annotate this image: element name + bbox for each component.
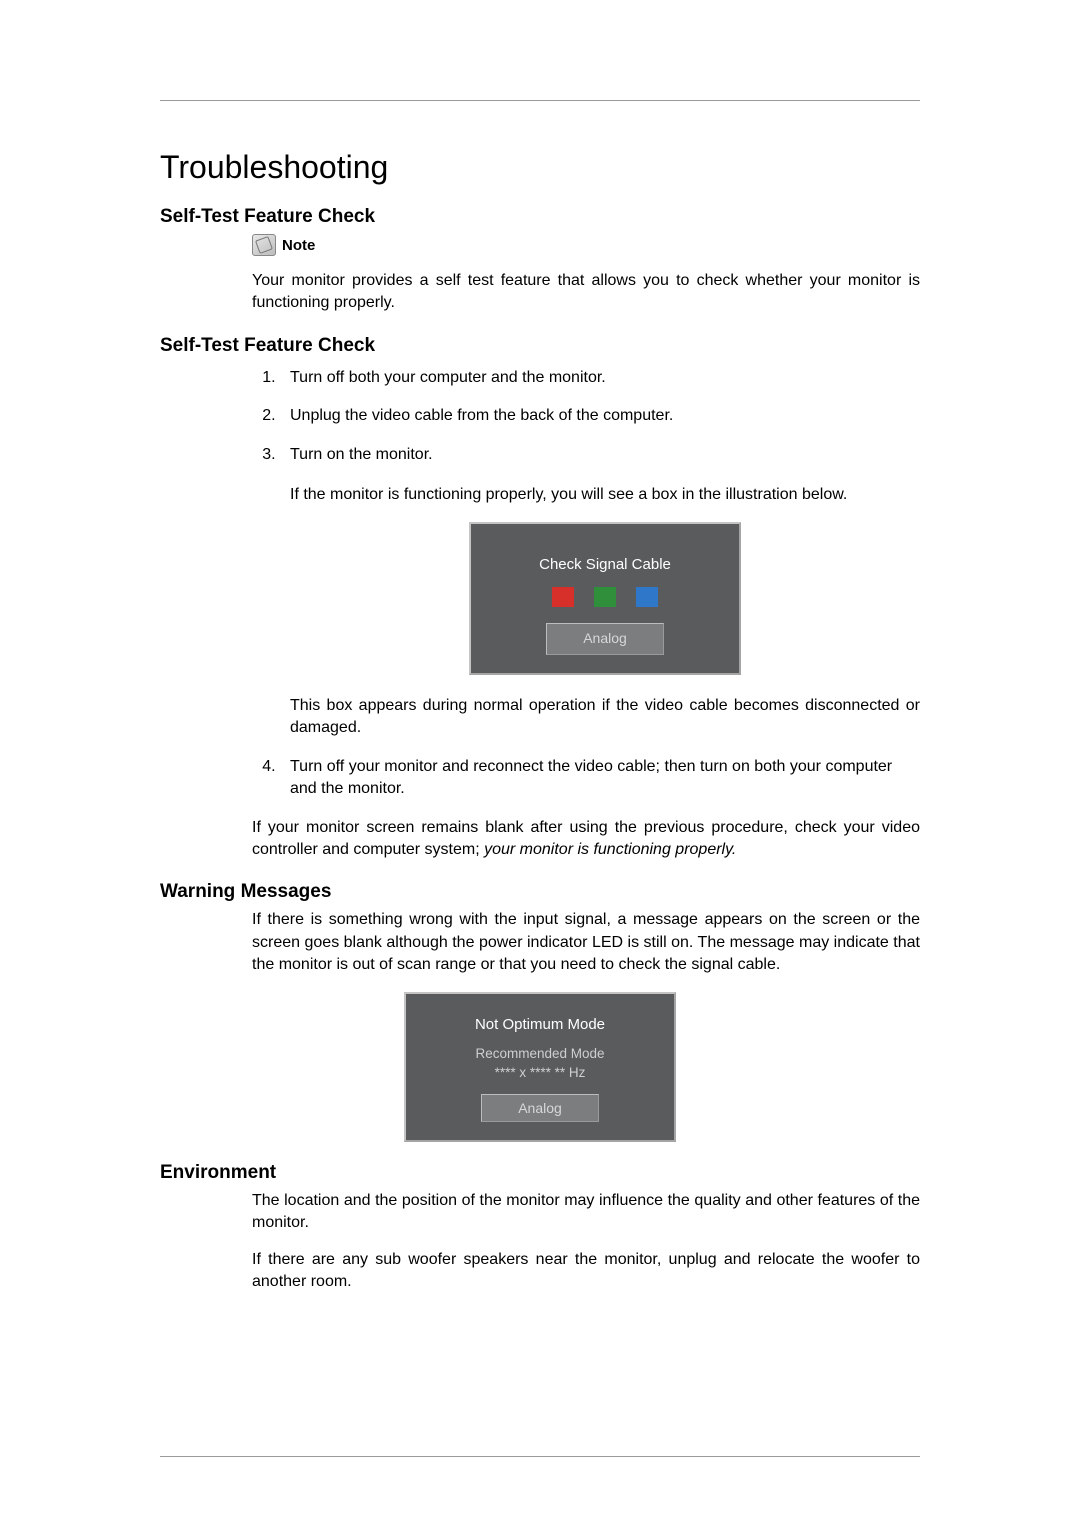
section-self-test-steps-heading: Self-Test Feature Check <box>160 335 920 357</box>
step-3-after-text: This box appears during normal operation… <box>290 695 920 740</box>
note-body-text: Your monitor provides a self test featur… <box>252 270 920 315</box>
osd-recommended-line1: Recommended Mode <box>475 1046 604 1061</box>
swatch-green-icon <box>594 587 616 607</box>
swatch-blue-icon <box>636 587 658 607</box>
self-test-trailer: If your monitor screen remains blank aft… <box>252 817 920 862</box>
warning-body: If there is something wrong with the inp… <box>252 909 920 976</box>
bottom-divider <box>160 1456 920 1457</box>
osd-analog-button: Analog <box>546 623 664 655</box>
step-4: Turn off your monitor and reconnect the … <box>280 756 920 801</box>
step-1-text: Turn off both your computer and the moni… <box>290 367 920 389</box>
note-row: Note <box>252 234 920 256</box>
trailer-italic: your monitor is functioning properly. <box>484 841 736 858</box>
step-4-text: Turn off your monitor and reconnect the … <box>290 756 920 801</box>
section-warning-heading: Warning Messages <box>160 881 920 903</box>
osd-not-optimum-heading: Not Optimum Mode <box>422 1016 658 1033</box>
osd-recommended-line2: **** x **** ** Hz <box>495 1065 586 1080</box>
steps-list: Turn off both your computer and the moni… <box>280 367 920 801</box>
environment-p2: If there are any sub woofer speakers nea… <box>252 1249 920 1294</box>
step-2-text: Unplug the video cable from the back of … <box>290 405 920 427</box>
step-3-text: Turn on the monitor. <box>290 444 920 466</box>
osd-not-optimum-box: Not Optimum Mode Recommended Mode **** x… <box>404 992 676 1141</box>
osd-check-signal-box: Check Signal Cable Analog <box>469 522 741 675</box>
osd-not-optimum-wrap: Not Optimum Mode Recommended Mode **** x… <box>160 992 920 1141</box>
osd-check-signal-heading: Check Signal Cable <box>487 554 723 575</box>
section-environment-heading: Environment <box>160 1162 920 1184</box>
note-icon <box>252 234 276 256</box>
osd-recommended-mode: Recommended Mode **** x **** ** Hz <box>422 1045 658 1081</box>
note-label: Note <box>282 237 315 254</box>
osd-color-swatches <box>487 587 723 607</box>
swatch-red-icon <box>552 587 574 607</box>
osd-analog-button-2: Analog <box>481 1094 599 1122</box>
step-3-subtext: If the monitor is functioning properly, … <box>290 484 920 506</box>
top-divider <box>160 100 920 101</box>
section-self-test-intro-heading: Self-Test Feature Check <box>160 206 920 228</box>
environment-p1: The location and the position of the mon… <box>252 1190 920 1235</box>
step-3: Turn on the monitor. If the monitor is f… <box>280 444 920 740</box>
step-2: Unplug the video cable from the back of … <box>280 405 920 427</box>
osd-check-signal-wrap: Check Signal Cable Analog <box>290 522 920 675</box>
page: Troubleshooting Self-Test Feature Check … <box>0 0 1080 1293</box>
page-title: Troubleshooting <box>160 149 920 186</box>
step-1: Turn off both your computer and the moni… <box>280 367 920 389</box>
